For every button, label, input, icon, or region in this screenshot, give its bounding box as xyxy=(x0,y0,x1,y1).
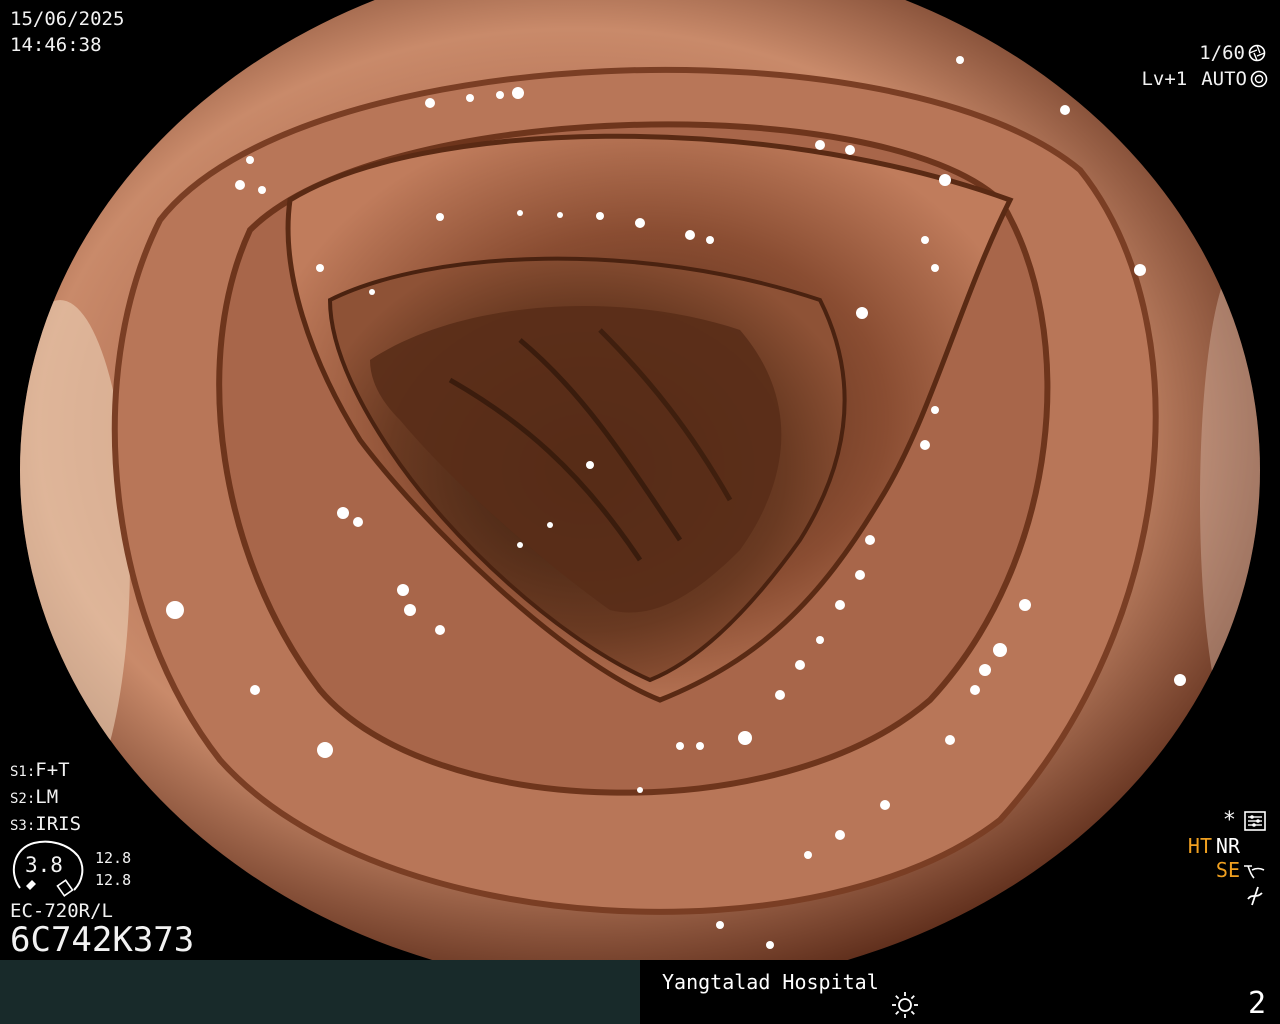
date-readout: 15/06/2025 xyxy=(10,8,125,30)
setting-s1: S1:F+T xyxy=(10,758,81,785)
asterisk-indicator: * xyxy=(1222,808,1236,833)
hospital-name: Yangtalad Hospital xyxy=(662,970,879,994)
setting-key: S1: xyxy=(10,764,36,780)
gauge-value: 3.8 xyxy=(25,853,63,877)
time-readout: 14:46:38 xyxy=(10,34,102,56)
setting-s3: S3:IRIS xyxy=(10,812,81,839)
setting-s2: S2:LM xyxy=(10,785,81,812)
setting-key: S3: xyxy=(10,818,36,834)
aperture-icon xyxy=(1248,44,1266,62)
scope-model: EC-720R/L xyxy=(10,900,113,922)
se-indicator: SE xyxy=(1215,858,1240,882)
scope-settings: S1:F+T S2:LM S3:IRIS xyxy=(10,758,81,839)
settings-icon xyxy=(1244,811,1266,831)
image-number: 2 xyxy=(1247,986,1266,1021)
setting-value: F+T xyxy=(35,759,70,781)
setting-key: S2: xyxy=(10,791,36,807)
iris-icon xyxy=(1250,70,1268,88)
level-value: Lv+1 xyxy=(1141,68,1188,90)
gauge-top-value: 12.8 xyxy=(95,849,132,867)
nr-indicator: NR xyxy=(1215,834,1240,858)
shutter-value: 1/60 xyxy=(1199,42,1245,64)
se-curve-icon xyxy=(1244,865,1265,879)
enhancement-readout: Lv+1 AUTO xyxy=(1141,68,1268,90)
auto-iris: AUTO xyxy=(1201,68,1268,90)
shutter-readout: 1/60 xyxy=(1199,42,1266,64)
colon-lumen-view xyxy=(20,0,1260,960)
scope-serial: 6C742K373 xyxy=(10,920,195,960)
footer-bar xyxy=(0,960,1280,1024)
endoscopic-image xyxy=(0,0,1280,960)
setting-value: LM xyxy=(35,786,59,808)
brightness-sun-icon xyxy=(892,992,918,1018)
auto-label: AUTO xyxy=(1201,68,1247,90)
setting-value: IRIS xyxy=(35,813,82,835)
ht-indicator: HT xyxy=(1187,834,1212,858)
not-equal-icon xyxy=(1247,886,1263,906)
gauge-bottom-value: 12.8 xyxy=(95,871,132,889)
footer-left-panel xyxy=(0,960,640,1024)
